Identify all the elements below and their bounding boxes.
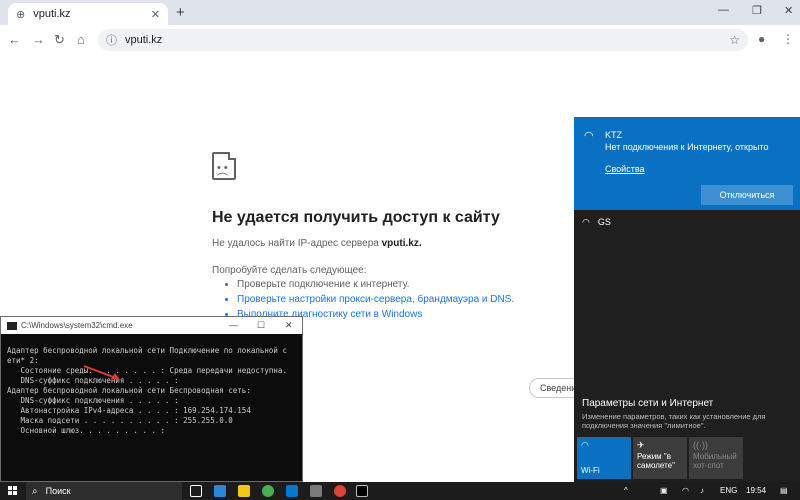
chrome-icon[interactable]	[262, 485, 274, 497]
close-window-icon[interactable]: ✕	[784, 4, 793, 17]
hotspot-icon: ((·))	[693, 440, 708, 450]
cmd-close-icon[interactable]: ✕	[285, 320, 293, 331]
notifications-icon[interactable]: ▤	[780, 486, 788, 495]
disconnect-button[interactable]: Отключиться	[701, 185, 793, 205]
network-item-gs[interactable]: ◠ GS	[582, 217, 611, 228]
network-settings-desc: Изменение параметров, таких как установл…	[582, 412, 766, 430]
cmd-titlebar[interactable]: C:\Windows\system32\cmd.exe — ☐ ✕	[1, 317, 302, 334]
properties-link[interactable]: Свойства	[605, 164, 645, 174]
airplane-icon: ✈	[637, 440, 645, 450]
tray-chevron-icon[interactable]: ^	[624, 486, 628, 495]
tab-title: vputi.kz	[33, 8, 71, 20]
browser-toolbar: ← → ↻ ⌂ ⓘ vputi.kz ☆ ● ⋮	[0, 25, 800, 55]
network-settings-link[interactable]: Параметры сети и Интернет	[582, 398, 713, 409]
bookmark-star-icon[interactable]: ☆	[729, 33, 740, 47]
sad-page-icon: • • ⌒	[212, 152, 236, 185]
new-tab-button[interactable]: +	[176, 4, 185, 21]
error-host: vputi.kz.	[381, 238, 422, 249]
cmd-title: C:\Windows\system32\cmd.exe	[21, 321, 133, 330]
network-flyout: ◠ KTZ Нет подключения к Интернету, откры…	[574, 117, 800, 482]
globe-icon: ⊕	[16, 8, 26, 21]
try-label: Попробуйте сделать следующее:	[212, 265, 367, 276]
tab-strip: ⊕ vputi.kz ✕ + — ❐ ✕	[0, 0, 800, 25]
airplane-mode-tile[interactable]: ✈ Режим "в самолете"	[633, 437, 687, 479]
taskbar: ⌕ Поиск ^ ▣ ◠ ♪ ENG 19:54 ▤	[0, 482, 800, 500]
chrome-active-icon[interactable]	[334, 485, 346, 497]
airplane-tile-label: Режим "в самолете"	[637, 452, 675, 470]
hotspot-tile-label: Мобильный хот-спот	[693, 452, 737, 470]
home-icon[interactable]: ⌂	[77, 32, 85, 47]
cmd-window[interactable]: C:\Windows\system32\cmd.exe — ☐ ✕ Адапте…	[0, 316, 303, 482]
suggestion-check-connection: Проверьте подключение к интернету.	[237, 279, 514, 294]
file-explorer-icon[interactable]	[238, 485, 250, 497]
network-item-label: GS	[597, 217, 611, 227]
reload-icon[interactable]: ↻	[54, 32, 65, 48]
wifi-icon: ◠	[584, 130, 594, 142]
search-label: Поиск	[45, 486, 71, 496]
address-bar[interactable]: ⓘ vputi.kz ☆	[98, 29, 748, 51]
network-status: Нет подключения к Интернету, открыто	[605, 142, 769, 152]
forward-icon[interactable]: →	[32, 32, 45, 47]
secured-wifi-icon: ◠	[582, 217, 590, 227]
suggestion-proxy-link[interactable]: Проверьте настройки прокси-сервера, бран…	[237, 294, 514, 309]
cmd-minimize-icon[interactable]: —	[229, 320, 238, 330]
minimize-icon[interactable]: —	[718, 4, 729, 16]
clock[interactable]: 19:54	[746, 486, 766, 495]
language-indicator[interactable]: ENG	[720, 486, 737, 495]
edge-icon[interactable]	[214, 485, 226, 497]
cmd-maximize-icon[interactable]: ☐	[257, 320, 265, 331]
search-icon: ⌕	[32, 485, 38, 497]
network-name: KTZ	[605, 130, 622, 140]
task-view-icon[interactable]	[190, 485, 202, 497]
app-icon[interactable]	[310, 485, 322, 497]
cmd-taskbar-icon[interactable]	[356, 485, 368, 497]
url-text[interactable]: vputi.kz	[125, 34, 729, 46]
close-tab-icon[interactable]: ✕	[151, 8, 160, 21]
error-title: Не удается получить доступ к сайту	[212, 209, 500, 226]
red-arrow-annotation	[83, 365, 120, 380]
connected-network-panel[interactable]: ◠ KTZ Нет подключения к Интернету, откры…	[574, 117, 800, 210]
wifi-tile-label: Wi-Fi	[581, 466, 600, 475]
windows-start-icon[interactable]	[8, 486, 18, 496]
tray-app-icon[interactable]: ▣	[660, 486, 668, 495]
mobile-hotspot-tile[interactable]: ((·)) Мобильный хот-спот	[689, 437, 743, 479]
cmd-output: Адаптер беспроводной локальной сети Подк…	[7, 346, 287, 435]
outlook-icon[interactable]	[286, 485, 298, 497]
browser-tab[interactable]: ⊕ vputi.kz ✕	[8, 3, 168, 25]
cmd-icon	[7, 321, 17, 330]
back-icon[interactable]: ←	[8, 32, 21, 47]
error-subtitle: Не удалось найти IP-адрес сервера vputi.…	[212, 238, 422, 249]
menu-icon[interactable]: ⋮	[782, 32, 794, 46]
tray-wifi-icon[interactable]: ◠	[682, 486, 689, 495]
volume-icon[interactable]: ♪	[700, 486, 704, 495]
taskbar-search[interactable]: ⌕ Поиск	[26, 482, 182, 500]
wifi-tile-icon: ◠	[581, 440, 589, 450]
wifi-toggle-tile[interactable]: ◠ Wi-Fi	[577, 437, 631, 479]
site-info-icon[interactable]: ⓘ	[106, 32, 117, 48]
restore-icon[interactable]: ❐	[752, 4, 762, 17]
profile-icon[interactable]: ●	[758, 32, 765, 46]
